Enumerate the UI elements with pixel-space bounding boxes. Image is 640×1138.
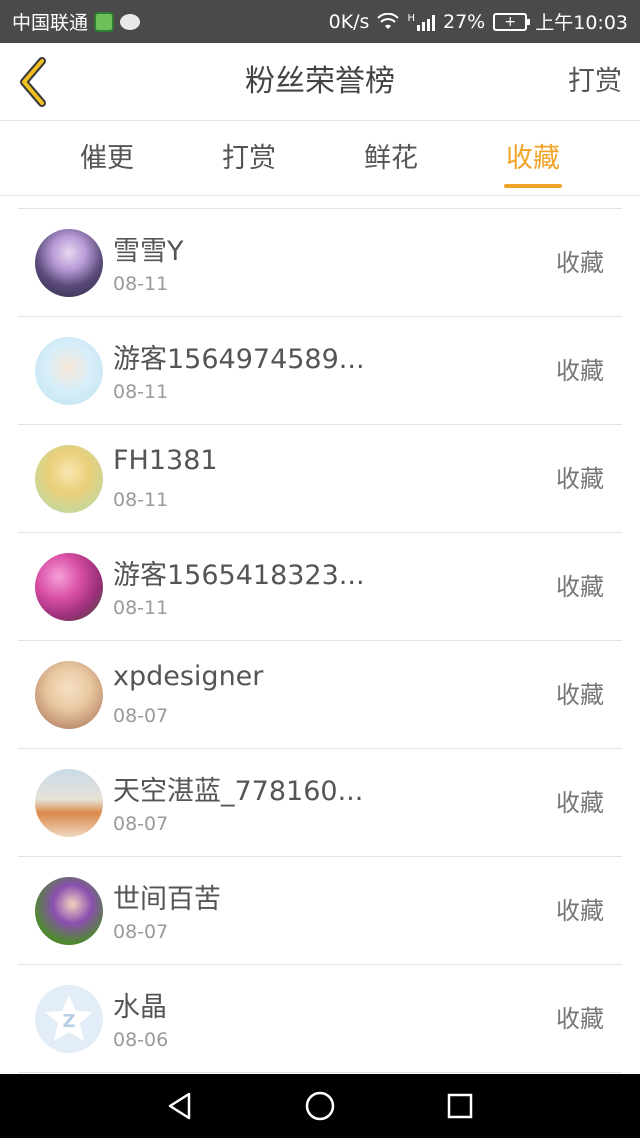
item-action-label: 收藏 [556,789,604,817]
user-name: 世间百苦 [113,884,221,915]
item-date: 08-06 [113,1029,169,1051]
svg-text:Z: Z [62,1011,75,1032]
wifi-icon [377,12,400,29]
status-bar: 中国联通 0K/s H 27% + 上午10:03 [0,0,640,43]
tab-urge[interactable]: 催更 [78,121,136,195]
item-date: 08-11 [113,273,169,295]
carrier-label: 中国联通 [12,12,89,34]
qq-star-avatar: Z [35,985,103,1053]
user-name: 雪雪Y [113,236,184,267]
fan-list: 雪雪Y 08-11 收藏 游客1564974589... 08-11 收藏 FH… [18,208,622,1073]
purple-hair-girl-avatar [35,877,103,945]
star-icon: Z [45,995,93,1041]
triangle-back-icon [168,1092,191,1120]
item-action-label: 收藏 [556,681,604,709]
item-action-label: 收藏 [556,465,604,493]
list-item[interactable]: 游客1565418323... 08-11 收藏 [18,533,622,641]
item-action-label: 收藏 [556,249,604,277]
user-name: FH1381 [113,445,218,476]
blonde-girl-avatar [35,445,103,513]
network-speed: 0K/s [328,10,370,33]
list-item[interactable]: 天空湛蓝_778160... 08-07 收藏 [18,749,622,857]
clock: 上午10:03 [535,12,628,34]
item-date: 08-11 [113,381,169,403]
item-date: 08-07 [113,705,169,727]
item-action-label: 收藏 [556,1005,604,1033]
list-item[interactable]: 雪雪Y 08-11 收藏 [18,209,622,317]
user-name: 水晶 [113,992,167,1023]
circle-home-icon [305,1091,335,1121]
anime-girl-avatar [35,229,103,297]
app-notification-icon [94,11,115,32]
couple-illustration-avatar [35,337,103,405]
user-name: 游客1564974589... [113,344,365,375]
tab-bar: 催更 打赏 鲜花 收藏 [0,121,640,196]
network-type: H [407,12,415,24]
battery-icon: + [493,12,531,31]
nav-home-button[interactable] [300,1086,340,1126]
item-action-label: 收藏 [556,573,604,601]
nav-recents-button[interactable] [440,1086,480,1126]
user-name: xpdesigner [113,661,264,692]
item-date: 08-07 [113,921,169,943]
item-date: 08-07 [113,813,169,835]
battery-level: 27% [443,10,486,33]
tab-reward[interactable]: 打赏 [220,121,278,195]
system-nav-bar [0,1074,640,1138]
list-item[interactable]: Z 水晶 08-06 收藏 [18,965,622,1073]
nav-back-button[interactable] [160,1086,200,1126]
item-date: 08-11 [113,597,169,619]
item-action-label: 收藏 [556,897,604,925]
pink-flowers-avatar [35,553,103,621]
chat-notification-icon [120,13,141,30]
tab-favorites[interactable]: 收藏 [504,121,562,195]
user-name: 游客1565418323... [113,560,365,591]
square-recents-icon [447,1093,473,1119]
list-item[interactable]: FH1381 08-11 收藏 [18,425,622,533]
header: 粉丝荣誉榜 打赏 [0,43,640,121]
baby-avatar [35,661,103,729]
item-action-label: 收藏 [556,357,604,385]
tab-flowers[interactable]: 鲜花 [362,121,420,195]
user-name: 天空湛蓝_778160... [113,776,364,807]
list-item[interactable]: 游客1564974589... 08-11 收藏 [18,317,622,425]
page-title: 粉丝荣誉榜 [245,64,395,99]
list-item[interactable]: xpdesigner 08-07 收藏 [18,641,622,749]
signal-icon: H [407,13,435,31]
reward-button[interactable]: 打赏 [568,43,622,121]
list-item[interactable]: 世间百苦 08-07 收藏 [18,857,622,965]
item-date: 08-11 [113,489,169,511]
dogs-avatar [35,769,103,837]
